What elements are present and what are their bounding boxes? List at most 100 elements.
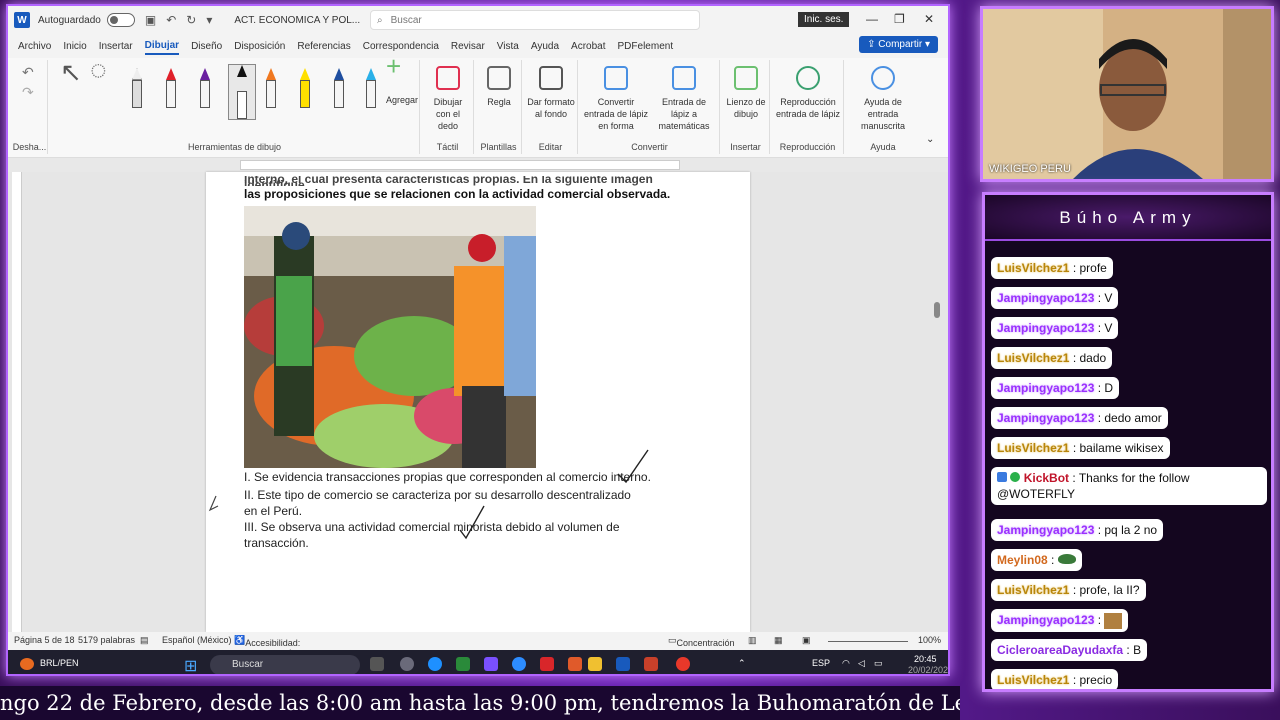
- chrome-icon[interactable]: [676, 657, 690, 671]
- chat-username[interactable]: Jampingyapo123: [997, 523, 1094, 537]
- powerpoint-icon[interactable]: [644, 657, 658, 671]
- drawing-canvas-button[interactable]: Lienzo de dibujo: [724, 66, 768, 120]
- input-language[interactable]: ESP: [812, 658, 830, 668]
- draw-with-finger-button[interactable]: Dibujar con el dedo: [426, 66, 470, 132]
- weather-label[interactable]: BRL/PEN: [40, 658, 79, 668]
- edge-icon[interactable]: [428, 657, 442, 671]
- menu-insertar[interactable]: Insertar: [99, 39, 133, 54]
- autosave-toggle[interactable]: [106, 13, 135, 27]
- language-status[interactable]: Español (México): [162, 635, 232, 645]
- menu-revisar[interactable]: Revisar: [451, 39, 485, 54]
- chat-username[interactable]: Jampingyapo123: [997, 613, 1094, 627]
- chat-username[interactable]: LuisVilchez1: [997, 441, 1069, 455]
- zoom-app-icon[interactable]: [512, 657, 526, 671]
- chat-username[interactable]: LuisVilchez1: [997, 673, 1069, 687]
- add-pen-icon[interactable]: +: [386, 53, 401, 79]
- minimize-icon[interactable]: —: [866, 12, 878, 26]
- chat-username[interactable]: Jampingyapo123: [997, 381, 1094, 395]
- restore-icon[interactable]: ❐: [894, 12, 905, 26]
- ink-to-shape-button[interactable]: Convertir entrada de lápiz en forma: [582, 66, 650, 132]
- ink-help-button[interactable]: Ayuda de entrada manuscrita: [848, 66, 918, 132]
- app-icon-1[interactable]: [400, 657, 414, 671]
- pen-red-icon[interactable]: [164, 68, 178, 108]
- clock-time[interactable]: 20:45: [914, 654, 937, 664]
- file-explorer-icon[interactable]: [588, 657, 602, 671]
- signin-button[interactable]: Inic. ses.: [798, 12, 850, 27]
- app-icon-2[interactable]: [568, 657, 582, 671]
- focus-mode-button[interactable]: ▭ Concentración: [668, 635, 735, 648]
- menu-ayuda[interactable]: Ayuda: [531, 39, 559, 54]
- format-background-button[interactable]: Dar formato al fondo: [526, 66, 576, 120]
- zoom-level[interactable]: 100%: [918, 635, 941, 645]
- weather-icon[interactable]: [20, 658, 34, 670]
- menu-archivo[interactable]: Archivo: [18, 39, 51, 54]
- read-mode-icon[interactable]: ▥: [748, 635, 757, 646]
- menu-pdfelement[interactable]: PDFelement: [618, 39, 674, 54]
- web-layout-icon[interactable]: ▣: [802, 635, 811, 646]
- undo-icon[interactable]: ↶: [166, 13, 176, 27]
- redo-icon[interactable]: ↻: [186, 13, 196, 27]
- zoom-slider[interactable]: [828, 641, 908, 642]
- chat-username[interactable]: LuisVilchez1: [997, 261, 1069, 275]
- pen-purple-icon[interactable]: [198, 68, 212, 108]
- close-icon[interactable]: ✕: [924, 12, 934, 26]
- tray-chevron-icon[interactable]: ⌃: [738, 658, 746, 669]
- horizontal-ruler[interactable]: [8, 158, 948, 172]
- collapse-ribbon-icon[interactable]: ⌄: [926, 134, 934, 146]
- menu-diseno[interactable]: Diseño: [191, 39, 222, 54]
- accessibility-status[interactable]: ♿ Accesibilidad: es necesario investigar: [234, 635, 300, 668]
- clock-date[interactable]: 20/02/2025: [908, 665, 948, 674]
- pen-blue-icon[interactable]: [332, 68, 346, 108]
- document-title[interactable]: ACT. ECONOMICA Y POL...: [234, 15, 360, 26]
- ruler-button[interactable]: Regla: [480, 66, 518, 108]
- ink-to-math-button[interactable]: Entrada de lápiz a matemáticas: [652, 66, 716, 132]
- save-icon[interactable]: ▣: [145, 13, 156, 27]
- document-page[interactable]: Interno, el cual presenta característica…: [206, 172, 750, 632]
- battery-icon[interactable]: ▭: [874, 658, 883, 669]
- proofing-icon[interactable]: ▤: [140, 635, 149, 646]
- customize-icon[interactable]: ▾: [206, 13, 212, 27]
- acrobat-icon[interactable]: [540, 657, 554, 671]
- word-taskbar-icon[interactable]: [616, 657, 630, 671]
- chat-message: Jampingyapo123 : pq la 2 no: [991, 519, 1164, 541]
- chat-username[interactable]: CicleroareaDayudaxfa: [997, 643, 1123, 657]
- scroll-thumb[interactable]: [934, 302, 940, 318]
- chat-username[interactable]: LuisVilchez1: [997, 583, 1069, 597]
- menu-dibujar[interactable]: Dibujar: [144, 38, 180, 55]
- highlighter-yellow-icon[interactable]: [298, 68, 312, 108]
- excel-icon[interactable]: [456, 657, 470, 671]
- chat-username[interactable]: LuisVilchez1: [997, 351, 1069, 365]
- page-count[interactable]: Página 5 de 18: [14, 635, 75, 645]
- eraser-icon[interactable]: [130, 68, 144, 108]
- menu-vista[interactable]: Vista: [497, 39, 519, 54]
- search-box[interactable]: ⌕ Buscar: [370, 10, 700, 30]
- vertical-scrollbar[interactable]: [932, 182, 942, 632]
- start-icon[interactable]: ⊞: [184, 656, 197, 674]
- chat-username[interactable]: Jampingyapo123: [997, 291, 1094, 305]
- chat-username[interactable]: Jampingyapo123: [997, 321, 1094, 335]
- chat-username[interactable]: KickBot: [1024, 471, 1069, 485]
- menu-acrobat[interactable]: Acrobat: [571, 39, 605, 54]
- wifi-icon[interactable]: ◠: [842, 658, 850, 669]
- menu-disposicion[interactable]: Disposición: [234, 39, 285, 54]
- pen-orange-icon[interactable]: [264, 68, 278, 108]
- volume-icon[interactable]: ◁: [858, 658, 865, 669]
- pen-black-selected-icon[interactable]: [228, 64, 256, 120]
- chat-username[interactable]: Meylin08: [997, 553, 1048, 567]
- lasso-icon[interactable]: ◌: [90, 56, 107, 84]
- chat-username[interactable]: Jampingyapo123: [997, 411, 1094, 425]
- pen-lightblue-icon[interactable]: [364, 68, 378, 108]
- undo-icon[interactable]: ↶: [22, 65, 34, 79]
- menu-referencias[interactable]: Referencias: [297, 39, 350, 54]
- menu-inicio[interactable]: Inicio: [63, 39, 86, 54]
- task-view-icon[interactable]: [370, 657, 384, 671]
- word-count[interactable]: 5179 palabras: [78, 635, 135, 645]
- add-pen-label[interactable]: Agregar: [386, 94, 418, 106]
- print-layout-icon[interactable]: ▦: [774, 635, 783, 646]
- taskbar-search[interactable]: Buscar: [210, 655, 360, 674]
- select-arrow-icon[interactable]: ↖: [60, 59, 82, 85]
- copilot-icon[interactable]: [484, 657, 498, 671]
- share-button[interactable]: ⇪ Compartir ▾: [859, 36, 938, 53]
- ink-replay-button[interactable]: Reproducción entrada de lápiz: [774, 66, 842, 120]
- redo-icon[interactable]: ↷: [22, 85, 34, 99]
